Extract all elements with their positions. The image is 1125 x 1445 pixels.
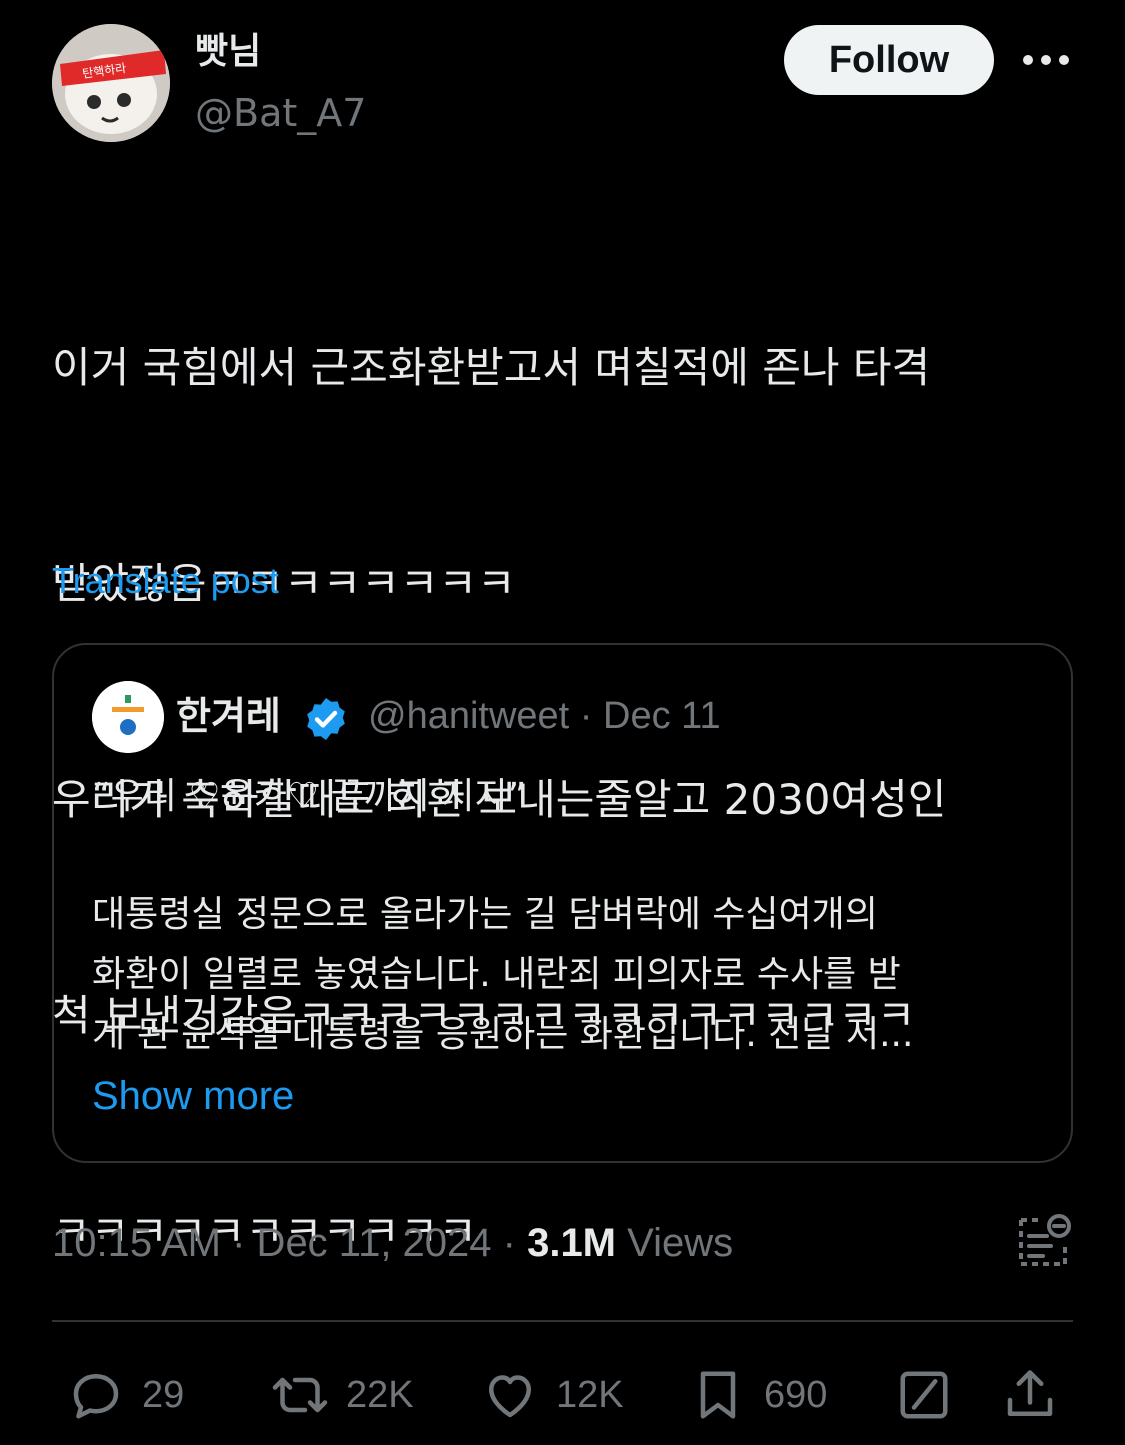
retweet-button[interactable]: 22K [270, 1360, 414, 1430]
hankyoreh-logo-icon [92, 681, 164, 753]
bookmark-button[interactable]: 690 [688, 1360, 827, 1430]
avatar-image: 탄핵하라 [52, 24, 170, 142]
more-horizontal-icon [1023, 55, 1069, 65]
reply-icon [73, 1374, 119, 1419]
quoted-headline: “우리 ♡윤카♡ 끝까지 지지” [92, 776, 527, 817]
tweet-detail: 탄핵하라 빳님 @Bat_A7 Follow 이거 국힘에서 근조화환받고서 며… [0, 0, 1125, 1445]
quoted-body-line: 화환이 일렬로 놓였습니다. 내란죄 피의자로 수사를 받 [92, 954, 901, 995]
author-name[interactable]: 빳님 [195, 30, 261, 74]
quoted-post-card[interactable]: 한겨레 @hanitweet · Dec 11 “우리 ♡윤카♡ 끝까지 지지”… [52, 643, 1073, 1163]
post-analytics-button[interactable] [1015, 1212, 1075, 1272]
heart-icon [489, 1375, 531, 1418]
author-handle[interactable]: @Bat_A7 [195, 90, 366, 136]
divider [52, 1320, 1073, 1322]
analytics-icon [1019, 1214, 1071, 1266]
reply-button[interactable]: 29 [66, 1360, 184, 1430]
like-count: 12K [556, 1373, 624, 1416]
share-icon [1007, 1370, 1053, 1416]
quoted-body-line: 대통령실 정문으로 올라가는 길 담벼락에 수십여개의 [92, 894, 878, 935]
quoted-author-avatar[interactable] [92, 681, 164, 753]
like-button[interactable]: 12K [480, 1360, 624, 1430]
author-avatar[interactable]: 탄핵하라 [52, 24, 170, 142]
verified-badge-icon [307, 698, 345, 740]
views-count: 3.1M [527, 1221, 617, 1265]
quoted-body: 대통령실 정문으로 올라가는 길 담벼락에 수십여개의 화환이 일렬로 놓였습니… [92, 885, 1042, 1065]
bookmark-count: 690 [764, 1373, 828, 1416]
retweet-count: 22K [346, 1373, 414, 1416]
follow-button[interactable]: Follow [784, 25, 994, 95]
grok-icon [900, 1371, 948, 1419]
post-timestamp[interactable]: 10:15 AM · Dec 11, 2024 · [52, 1221, 527, 1265]
show-more-link[interactable]: Show more [92, 1071, 294, 1121]
post-meta: 10:15 AM · Dec 11, 2024 · 3.1M Views [52, 1218, 733, 1268]
post-line: 이거 국힘에서 근조화환받고서 며칠적에 존나 타격 [52, 343, 931, 392]
views-label: Views [616, 1221, 734, 1265]
share-button[interactable] [1000, 1360, 1060, 1430]
translate-post-link[interactable]: Translate post [52, 558, 279, 604]
bookmark-icon [700, 1371, 736, 1419]
more-options-button[interactable] [1018, 40, 1074, 80]
reply-count: 29 [142, 1373, 185, 1416]
quoted-body-line: 게 된 윤석열 대통령을 응원하는 화환입니다. 전날 저... [92, 1014, 914, 1055]
grok-button[interactable] [894, 1360, 954, 1430]
quoted-handle-date: @hanitweet · Dec 11 [368, 695, 721, 737]
quoted-author-name[interactable]: 한겨레 [176, 693, 281, 739]
retweet-icon [272, 1377, 328, 1413]
